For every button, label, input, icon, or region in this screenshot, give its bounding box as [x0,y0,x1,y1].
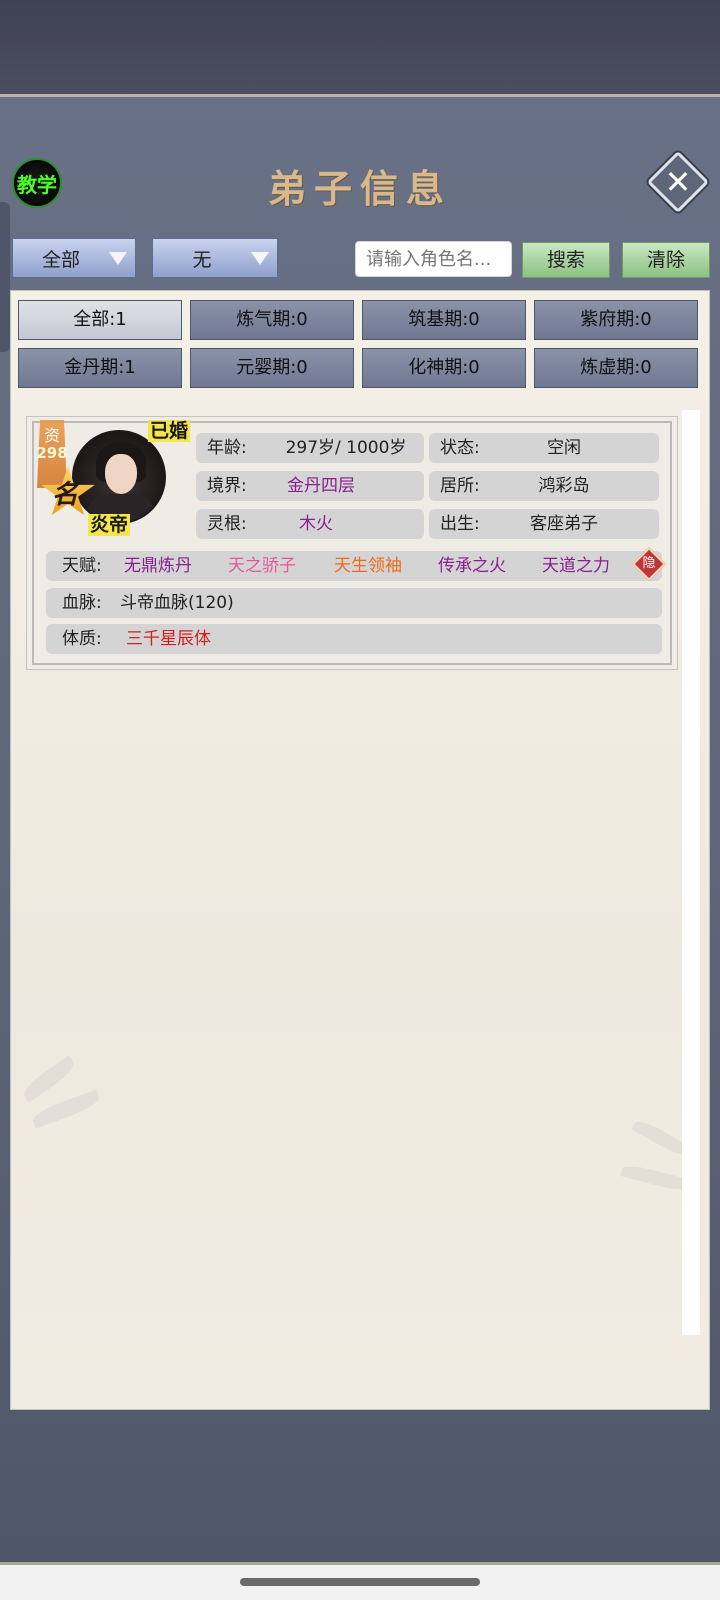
aptitude-label: 资 [43,426,60,445]
chevron-down-icon [109,252,127,265]
realm-value: 金丹四层 [287,476,355,496]
physique-row: 体质: 三千星辰体 [46,624,662,654]
tab-realm-qi-refining[interactable]: 炼气期:0 [190,300,354,340]
spirit-root-field: 灵根: 木火 [196,509,424,539]
status-value: 空闲 [547,438,581,458]
talent-tag[interactable]: 天道之力 [542,551,610,581]
talent-tag[interactable]: 无鼎炼丹 [124,551,192,581]
status-key: 状态: [440,438,480,458]
age-key: 年龄: [207,438,247,458]
fame-label: 名 [52,480,79,510]
home-indicator[interactable] [240,1578,480,1586]
search-input[interactable] [355,241,512,277]
scrollbar[interactable] [682,410,700,1335]
disciple-name: 炎帝 [88,514,131,536]
edge-tab[interactable] [0,202,10,352]
tab-realm-foundation[interactable]: 筑基期:0 [362,300,526,340]
tab-realm-spirit-transform[interactable]: 化神期:0 [362,348,526,388]
physique-key: 体质: [62,629,102,649]
talent-tag[interactable]: 天之骄子 [228,551,296,581]
talent-row: 天赋: 无鼎炼丹 天之骄子 天生领袖 传承之火 天道之力 [46,551,662,581]
married-tag: 已婚 [148,420,191,442]
age-value: 297岁/ 1000岁 [285,438,407,458]
spirit-root-value: 木火 [299,514,333,534]
tab-realm-purple-mansion[interactable]: 紫府期:0 [534,300,698,340]
tab-realm-nascent-soul[interactable]: 元婴期:0 [190,348,354,388]
clear-button[interactable]: 清除 [622,242,710,278]
origin-field: 出生: 客座弟子 [429,509,659,539]
avatar[interactable] [72,430,166,524]
chevron-down-icon [251,252,269,265]
page-title: 弟子信息 [267,166,452,211]
bloodline-key: 血脉: [62,593,102,613]
origin-key: 出生: [440,514,480,534]
realm-field: 境界: 金丹四层 [196,471,424,501]
tab-realm-golden-core[interactable]: 金丹期:1 [18,348,182,388]
aptitude-value: 298 [36,444,68,462]
spirit-root-key: 灵根: [207,514,247,534]
hide-label[interactable]: 隐 [637,552,661,576]
search-button[interactable]: 搜索 [522,242,610,278]
bloodline-value: 斗帝血脉(120) [120,593,234,613]
talent-tag[interactable]: 天生领袖 [334,551,402,581]
residence-field: 居所: 鸿彩岛 [429,471,659,501]
talent-key: 天赋: [62,556,102,576]
attribute-dropdown[interactable]: 无 [152,238,278,278]
close-icon[interactable]: ✕ [656,160,700,204]
realm-key: 境界: [207,476,247,496]
bloodline-row: 血脉: 斗帝血脉(120) [46,588,662,618]
tab-realm-all[interactable]: 全部:1 [18,300,182,340]
bamboo-leaf-decoration [620,1162,692,1194]
bamboo-leaf-decoration [30,1089,102,1129]
bamboo-leaf-decoration [19,1055,79,1103]
age-field: 年龄: 297岁/ 1000岁 [196,433,424,463]
physique-value: 三千星辰体 [126,629,211,649]
category-dropdown[interactable]: 全部 [12,238,136,278]
residence-key: 居所: [440,476,480,496]
top-background [0,0,720,94]
tab-realm-void-refining[interactable]: 炼虚期:0 [534,348,698,388]
origin-value: 客座弟子 [530,514,598,534]
talent-tag[interactable]: 传承之火 [438,551,506,581]
residence-value: 鸿彩岛 [538,476,590,496]
status-field: 状态: 空闲 [429,433,659,463]
